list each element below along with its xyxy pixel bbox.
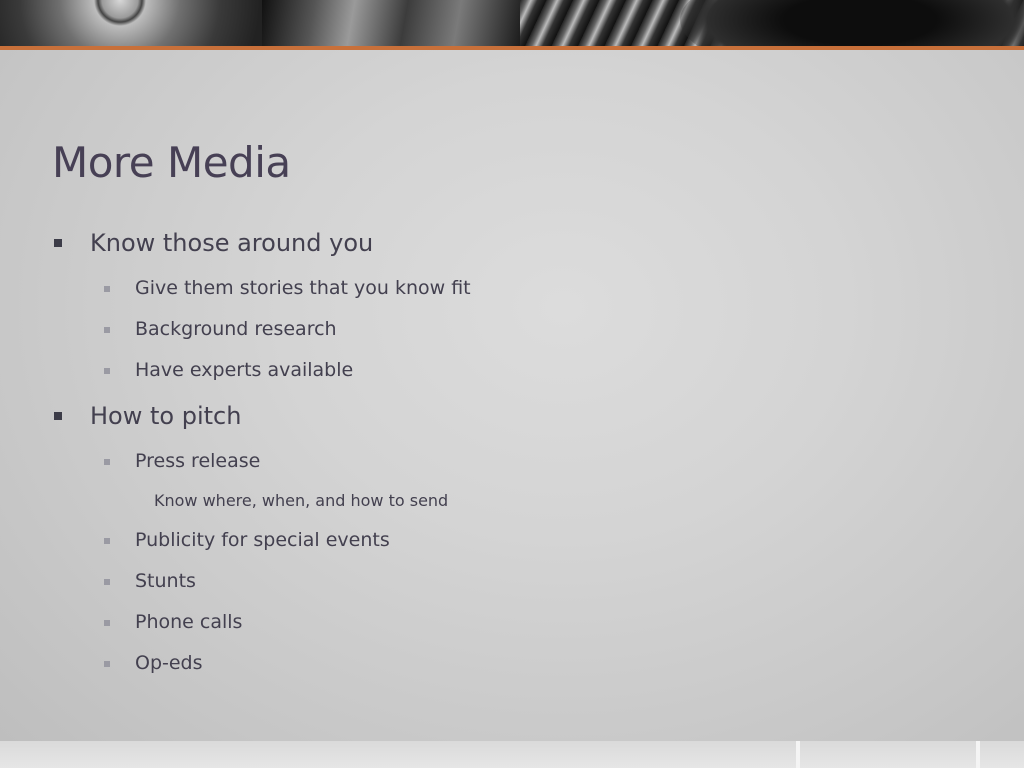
header-photo-tire (262, 0, 520, 46)
sub-bullet-marker (104, 620, 110, 626)
bullet-marker (54, 412, 62, 420)
sub-bullet-item: Publicity for special events (135, 529, 390, 551)
sub-bullet-item: Phone calls (135, 611, 243, 633)
header-photo-rim (520, 0, 1024, 46)
sub-bullet-marker (104, 661, 110, 667)
sub-bullet-marker (104, 579, 110, 585)
sub-bullet-item: Background research (135, 318, 337, 340)
slide-title: More Media (52, 138, 291, 187)
footer-bar (0, 741, 1024, 768)
sub-sub-bullet-item: Know where, when, and how to send (154, 491, 449, 510)
footer-divider (976, 741, 980, 768)
sub-bullet-item: Stunts (135, 570, 196, 592)
accent-bar (0, 46, 1024, 50)
sub-bullet-item: Have experts available (135, 359, 354, 381)
sub-bullet-marker (104, 327, 110, 333)
bullet-marker (54, 239, 62, 247)
sub-bullet-item: Give them stories that you know fit (135, 277, 471, 299)
header-photo-wheel (0, 0, 262, 46)
footer-divider (796, 741, 800, 768)
sub-bullet-marker (104, 286, 110, 292)
sub-bullet-marker (104, 459, 110, 465)
bullet-item-how-to-pitch: How to pitch (90, 402, 242, 430)
sub-bullet-marker (104, 368, 110, 374)
sub-bullet-item: Press release (135, 450, 261, 472)
sub-bullet-item: Op-eds (135, 652, 203, 674)
sub-bullet-marker (104, 538, 110, 544)
bullet-item-know-those-around-you: Know those around you (90, 229, 374, 257)
header-photo-strip (0, 0, 1024, 46)
